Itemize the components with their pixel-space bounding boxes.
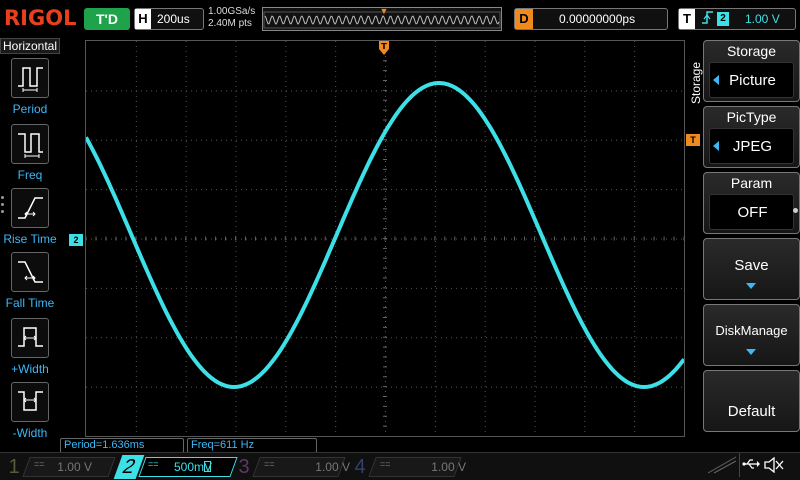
plus-width-icon — [11, 318, 49, 358]
channel-number: 3 — [238, 456, 250, 478]
channel-scale: 1.00 V — [57, 460, 92, 474]
run-state-badge[interactable]: T'D — [84, 8, 130, 30]
channel-scale: 500mV — [173, 460, 212, 474]
usb-icon — [742, 457, 760, 474]
channel-2-tab[interactable]: 2 == 500mV — [113, 455, 238, 479]
measure-rise-time[interactable]: Rise Time — [0, 188, 60, 250]
channel-bar: 1 == 1.00 V 2 == 500mV 3 == 1.00 V 4 == … — [0, 452, 800, 480]
measure-fall-time[interactable]: Fall Time — [0, 252, 60, 314]
status-bar: RIGOL T'D H 200us 1.00GSa/s 2.40M pts ▼ … — [0, 0, 800, 38]
waveform-display[interactable] — [85, 40, 685, 437]
trigger-source: 2 — [717, 12, 729, 26]
delay-label: D — [515, 9, 533, 29]
menu-vertical-title: Storage — [689, 61, 703, 105]
softkey-default[interactable]: Default — [703, 370, 800, 432]
period-icon — [11, 58, 49, 98]
speaker-mute-icon[interactable] — [764, 456, 784, 476]
channel-3-tab[interactable]: 3 == 1.00 V — [234, 455, 350, 479]
channel-scale: 1.00 V — [431, 460, 466, 474]
channel-1-tab[interactable]: 1 == 1.00 V — [4, 455, 116, 479]
freq-icon — [11, 124, 49, 164]
channel-number: 4 — [354, 456, 366, 478]
channel-4-tab[interactable]: 4 == 1.00 V — [350, 455, 466, 479]
memory-depth: 2.40M pts — [208, 18, 252, 29]
softkey-title: Param — [730, 175, 773, 191]
param-value: OFF — [709, 194, 794, 230]
softkey-storage[interactable]: Storage Picture — [703, 40, 800, 102]
rise-time-icon — [11, 188, 49, 228]
submenu-arrow-icon — [746, 349, 756, 355]
softkey-save[interactable]: Save — [703, 238, 800, 300]
softkey-label: Save — [734, 257, 769, 274]
measure-period[interactable]: Period — [0, 58, 60, 120]
page-indicator-dot — [793, 208, 798, 213]
menu-item-label: Freq — [17, 168, 43, 182]
measure-plus-width[interactable]: +Width — [0, 318, 60, 380]
ch2-offset-marker[interactable]: 2 — [69, 234, 83, 246]
softkey-label: Default — [727, 403, 776, 420]
brand-logo: RIGOL — [4, 6, 77, 30]
bandwidth-limit-icon — [204, 461, 211, 472]
delay-value: 0.00000000ps — [559, 12, 636, 26]
menu-title: Horizontal — [0, 38, 60, 54]
freq-measurement: Freq=611 Hz — [187, 438, 317, 453]
minus-width-icon — [11, 382, 49, 422]
menu-item-label: Fall Time — [5, 296, 55, 310]
ch2-waveform-trace — [86, 81, 684, 389]
trigger-position-marker[interactable]: T — [378, 40, 390, 56]
trigger-delay[interactable]: D 0.00000000ps — [514, 8, 668, 30]
softkey-pictype[interactable]: PicType JPEG — [703, 106, 800, 168]
storage-type-value: Picture — [709, 62, 794, 98]
channel-number: 1 — [8, 456, 20, 478]
measurement-bar: Period=1.636ms Freq=611 Hz — [60, 438, 700, 453]
softkey-diskmanage[interactable]: DiskManage — [703, 304, 800, 366]
svg-text:T: T — [381, 42, 387, 51]
fall-time-icon — [11, 252, 49, 292]
softkey-value: OFF — [737, 204, 768, 221]
period-measurement: Period=1.636ms — [60, 438, 184, 453]
navigation-icon[interactable] — [704, 453, 740, 477]
menu-item-label: Rise Time — [3, 232, 57, 246]
measure-freq[interactable]: Freq — [0, 124, 60, 186]
softkey-value: Picture — [729, 72, 776, 89]
horizontal-label: H — [135, 9, 151, 29]
menu-item-label: Period — [12, 102, 48, 116]
menu-item-label: +Width — [11, 362, 49, 376]
measure-menu: Horizontal Period Freq Rise Time Fall Ti… — [0, 38, 60, 450]
softkey-title: Storage — [726, 43, 777, 59]
softkey-label: DiskManage — [715, 323, 788, 338]
channel-scale: 1.00 V — [315, 460, 350, 474]
pictype-value: JPEG — [709, 128, 794, 164]
memory-trigger-marker: ▼ — [379, 6, 389, 16]
storage-menu: Storage Storage Picture PicType JPEG Par… — [688, 38, 800, 450]
softkey-param[interactable]: Param OFF — [703, 172, 800, 234]
sample-rate: 1.00GSa/s — [208, 6, 256, 17]
submenu-arrow-icon — [746, 283, 756, 289]
trigger-label: T — [679, 9, 695, 29]
memory-overview: ▼ — [262, 7, 502, 31]
rising-edge-icon — [701, 9, 715, 33]
softkey-title: PicType — [726, 109, 777, 125]
menu-item-label: -Width — [12, 426, 48, 440]
horizontal-timebase[interactable]: H 200us — [134, 8, 204, 30]
timebase-value: 200us — [157, 12, 190, 26]
sampling-info: 1.00GSa/s 2.40M pts — [208, 6, 255, 30]
trigger-level: 1.00 V — [745, 12, 780, 26]
measure-minus-width[interactable]: -Width — [0, 382, 60, 444]
trigger-status[interactable]: T 2 1.00 V — [678, 8, 796, 30]
softkey-value: JPEG — [732, 138, 773, 155]
